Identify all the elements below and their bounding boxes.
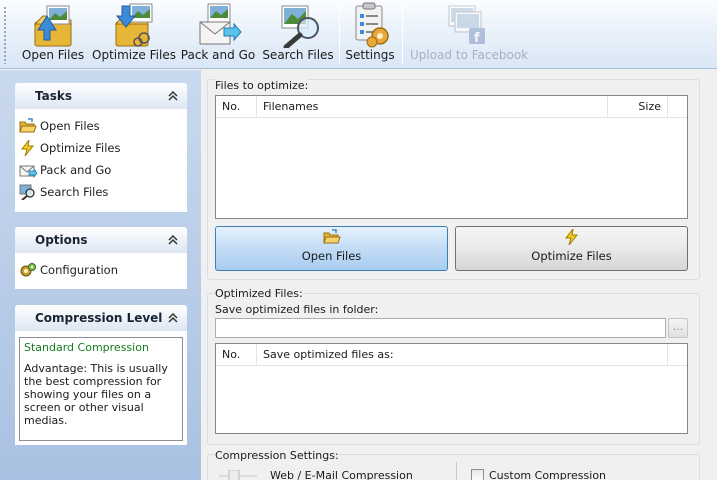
- toolbar-grip[interactable]: [3, 6, 7, 64]
- facebook-upload-icon: f: [448, 5, 485, 46]
- open-files-button-label: Open Files: [301, 249, 362, 263]
- task-search-files[interactable]: Search Files: [19, 181, 187, 203]
- files-list[interactable]: No. Filenames Size: [215, 95, 688, 219]
- svg-text:f: f: [474, 31, 480, 46]
- compression-level-name: Standard Compression: [24, 341, 149, 354]
- lightning-icon: [564, 229, 578, 245]
- column-no[interactable]: No.: [216, 96, 257, 118]
- toolbar-settings-button[interactable]: Settings: [342, 0, 398, 68]
- compression-settings-label: Compression Settings:: [215, 449, 339, 462]
- options-panel-header[interactable]: Options: [15, 227, 187, 253]
- optimized-files-label: Optimized Files:: [215, 287, 303, 300]
- gears-icon: [20, 263, 36, 277]
- files-to-optimize-label: Files to optimize:: [215, 79, 309, 92]
- compression-info-box: Standard Compression Advantage: This is …: [19, 337, 183, 441]
- lightning-icon: [20, 140, 35, 156]
- column-size[interactable]: Size: [608, 96, 668, 118]
- toolbar-pack-and-go-button[interactable]: Pack and Go: [179, 0, 257, 68]
- toolbar-optimize-files-button[interactable]: Optimize Files: [92, 0, 176, 68]
- toolbar-button-label: Settings: [345, 48, 395, 62]
- folder-icon: [19, 118, 37, 133]
- task-pack-and-go[interactable]: Pack and Go: [19, 159, 187, 181]
- optimize-files-button-label: Optimize Files: [531, 249, 612, 263]
- task-label: Pack and Go: [40, 163, 112, 177]
- browse-folder-button[interactable]: ...: [668, 318, 688, 338]
- main-area: Files to optimize: No. Filenames Size Op…: [201, 70, 717, 480]
- open-files-icon: [33, 5, 72, 47]
- task-optimize-files[interactable]: Optimize Files: [19, 137, 187, 159]
- compression-panel-title: Compression Level: [35, 311, 163, 325]
- optimized-files-list[interactable]: No. Save optimized files as:: [215, 343, 688, 434]
- toolbar-separator: [402, 4, 403, 64]
- toolbar-button-label: Search Files: [262, 48, 334, 62]
- main-toolbar: Open Files Optimize Files Pack and Go Se…: [0, 0, 717, 69]
- task-label: Open Files: [40, 119, 100, 133]
- compression-panel-body: Standard Compression Advantage: This is …: [15, 331, 187, 445]
- task-label: Optimize Files: [40, 141, 121, 155]
- toolbar-button-label: Open Files: [21, 48, 85, 62]
- envelope-icon: [19, 165, 37, 178]
- open-files-button[interactable]: Open Files: [215, 226, 448, 271]
- pack-and-go-icon: [199, 3, 242, 45]
- save-folder-input[interactable]: [215, 318, 666, 338]
- task-label: Search Files: [40, 185, 109, 199]
- optimized-list-header: No. Save optimized files as:: [216, 344, 687, 366]
- tasks-panel-title: Tasks: [35, 89, 73, 103]
- options-panel: Options Configuration: [15, 227, 187, 289]
- compression-level-panel: Compression Level Standard Compression A…: [15, 305, 187, 445]
- toolbar-button-label: Upload to Facebook: [410, 48, 529, 62]
- tasks-panel-body: Open Files Optimize Files Pack and Go Se…: [15, 109, 187, 212]
- collapse-chevron-icon[interactable]: [165, 305, 181, 331]
- collapse-chevron-icon[interactable]: [165, 227, 181, 253]
- compression-description: Advantage: This is usually the best comp…: [24, 362, 168, 427]
- toolbar-upload-facebook-button[interactable]: f Upload to Facebook: [410, 0, 529, 68]
- task-pane: Tasks Open Files Optimize Files Pack and…: [0, 70, 201, 480]
- toolbar-button-label: Pack and Go: [180, 48, 256, 62]
- compression-divider: [456, 462, 457, 480]
- folder-icon: [322, 229, 341, 244]
- toolbar-button-label: Optimize Files: [92, 48, 176, 62]
- files-list-header: No. Filenames Size: [216, 96, 687, 118]
- collapse-chevron-icon[interactable]: [165, 83, 181, 109]
- settings-icon: [355, 2, 389, 48]
- optimize-files-icon: [114, 3, 153, 47]
- tasks-panel: Tasks Open Files Optimize Files Pack and…: [15, 83, 187, 212]
- custom-compression-label[interactable]: Custom Compression: [489, 469, 606, 480]
- compression-panel-header[interactable]: Compression Level: [15, 305, 187, 331]
- task-open-files[interactable]: Open Files: [19, 115, 187, 137]
- toolbar-separator: [339, 4, 340, 64]
- search-files-icon: [281, 5, 319, 48]
- compression-slider-icon[interactable]: [219, 470, 257, 480]
- toolbar-search-files-button[interactable]: Search Files: [262, 0, 334, 68]
- custom-compression-checkbox[interactable]: [471, 469, 484, 480]
- save-folder-label: Save optimized files in folder:: [215, 303, 379, 316]
- task-configuration[interactable]: Configuration: [19, 259, 187, 281]
- options-panel-body: Configuration: [15, 253, 187, 289]
- optimize-files-button[interactable]: Optimize Files: [455, 226, 688, 271]
- task-label: Configuration: [40, 263, 118, 277]
- column-no[interactable]: No.: [216, 344, 257, 366]
- magnifier-icon: [19, 184, 35, 200]
- toolbar-open-files-button[interactable]: Open Files: [14, 0, 92, 68]
- options-panel-title: Options: [35, 233, 88, 247]
- web-email-compression-label: Web / E-Mail Compression: [270, 469, 413, 480]
- column-save-as[interactable]: Save optimized files as:: [257, 344, 668, 366]
- column-filenames[interactable]: Filenames: [257, 96, 608, 118]
- tasks-panel-header[interactable]: Tasks: [15, 83, 187, 109]
